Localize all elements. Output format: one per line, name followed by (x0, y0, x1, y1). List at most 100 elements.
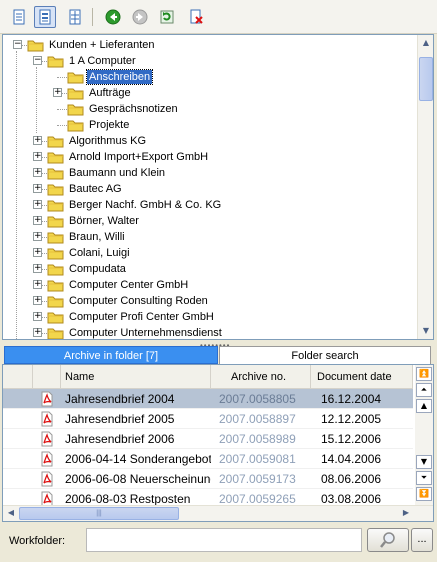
folder-icon (67, 70, 85, 84)
tree-subfolder[interactable]: Gesprächsnotizen (3, 101, 415, 117)
tree-item-customer[interactable]: + Computer Unternehmensdienst (3, 325, 415, 339)
move-up-icon[interactable]: ▲ (416, 399, 432, 413)
grid-header: Name Archive no. Document date (3, 365, 413, 389)
expand-icon[interactable]: + (33, 280, 42, 289)
forward-button[interactable] (129, 6, 151, 28)
folder-icon (47, 246, 65, 260)
horizontal-scroll-thumb[interactable]: ||| (19, 507, 179, 520)
cell-date: 14.04.2006 (321, 452, 382, 466)
workfolder-input[interactable] (86, 528, 362, 552)
forward-arrow-icon (132, 9, 148, 25)
expand-icon[interactable]: + (33, 248, 42, 257)
cell-archive: 2007.0058805 (219, 392, 296, 406)
tree-item-customer[interactable]: + Braun, Willi (3, 229, 415, 245)
folder-icon (47, 166, 65, 180)
tree-item-customer[interactable]: + Computer Consulting Roden (3, 293, 415, 309)
tree-item-label: Colani, Luigi (69, 247, 130, 259)
tree-item-label: Bautec AG (69, 183, 122, 195)
collapse-icon[interactable]: − (33, 56, 42, 65)
cell-archive: 2007.0059081 (219, 452, 296, 466)
scroll-right-icon[interactable]: ▶ (399, 506, 413, 520)
table-row[interactable]: Jahresendbrief 2005 2007.0058897 12.12.200… (3, 409, 413, 429)
table-row[interactable]: 2006-06-08 Neuerscheinung 2007.0059173 08.… (3, 469, 413, 489)
scroll-thumb[interactable] (419, 57, 433, 101)
magnifier-icon (380, 532, 395, 548)
back-arrow-icon (105, 9, 121, 25)
tree-item-customer[interactable]: + Arnold Import+Export GmbH (3, 149, 415, 165)
expand-icon[interactable]: + (53, 88, 62, 97)
move-up-fast-icon[interactable]: ⏶ (416, 383, 432, 397)
column-header-archive-no[interactable]: Archive no. (211, 365, 311, 389)
expand-icon[interactable]: + (33, 152, 42, 161)
expand-icon[interactable]: + (33, 312, 42, 321)
expand-icon[interactable]: + (33, 232, 42, 241)
tree-item-customer[interactable]: + Colani, Luigi (3, 245, 415, 261)
tree-item-customer[interactable]: + Algorithmus KG (3, 133, 415, 149)
tree-item-customer[interactable]: + Baumann und Klein (3, 165, 415, 181)
expand-icon[interactable]: + (33, 296, 42, 305)
expand-icon[interactable]: + (33, 184, 42, 193)
tree-item-customer[interactable]: + Computer Profi Center GmbH (3, 309, 415, 325)
pdf-icon (39, 411, 55, 427)
cell-name: Jahresendbrief 2005 (65, 412, 175, 426)
tree-vertical-scrollbar[interactable]: ▲ ▼ (417, 35, 433, 339)
table-row[interactable]: Jahresendbrief 2006 2007.0058989 15.12.200… (3, 429, 413, 449)
folder-icon (47, 182, 65, 196)
column-header-name[interactable]: Name (61, 365, 211, 389)
column-header-document-date[interactable]: Document date (311, 365, 413, 389)
view-list-button[interactable] (8, 6, 30, 28)
table-row[interactable]: 2006-04-14 Sonderangebot 2007.0059081 14.0… (3, 449, 413, 469)
move-down-icon[interactable]: ▼ (416, 455, 432, 469)
workfolder-browse-button[interactable]: ... (411, 528, 433, 552)
scroll-left-icon[interactable]: ◀ (4, 506, 18, 520)
tree-item-customer[interactable]: + Berger Nachf. GmbH & Co. KG (3, 197, 415, 213)
back-button[interactable] (102, 6, 124, 28)
folder-icon (67, 118, 85, 132)
move-down-fast-icon[interactable]: ⏷ (416, 471, 432, 485)
tree-subfolder[interactable]: Anschreiben (3, 69, 415, 85)
tree-item-1-a-computer[interactable]: − 1 A Computer (3, 53, 415, 69)
cell-archive: 2007.0058989 (219, 432, 296, 446)
cell-name: Jahresendbrief 2006 (65, 432, 175, 446)
expand-icon[interactable]: + (33, 168, 42, 177)
cell-name: 2006-04-14 Sonderangebot (65, 452, 211, 466)
tab-folder-search[interactable]: Folder search (219, 346, 431, 364)
tree-item-label: 1 A Computer (69, 55, 136, 67)
scroll-down-icon[interactable]: ▼ (419, 324, 433, 338)
tree-root[interactable]: − Kunden + Lieferanten (3, 37, 415, 53)
header-selector-cell (3, 365, 33, 389)
view-columns-button[interactable] (64, 6, 86, 28)
folder-icon (47, 230, 65, 244)
tree-item-customer[interactable]: + Compudata (3, 261, 415, 277)
move-top-icon[interactable]: ⏫ (416, 367, 432, 381)
tree-item-customer[interactable]: + Bautec AG (3, 181, 415, 197)
folder-tree[interactable]: − Kunden + Lieferanten −1 A Computer Anschr… (2, 34, 434, 340)
view-details-button[interactable] (34, 6, 56, 28)
grid-horizontal-scrollbar[interactable]: ◀ ||| ▶ (3, 505, 433, 521)
workfolder-search-button[interactable] (367, 528, 409, 552)
tree-item-customer[interactable]: + Börner, Walter (3, 213, 415, 229)
pdf-icon (39, 471, 55, 487)
refresh-button[interactable] (156, 6, 178, 28)
expand-icon[interactable]: + (33, 328, 42, 337)
collapse-icon[interactable]: − (13, 40, 22, 49)
expand-icon[interactable]: + (33, 216, 42, 225)
document-grid[interactable]: Name Archive no. Document date Jahresend… (2, 364, 434, 522)
folder-icon (47, 262, 65, 276)
expand-icon[interactable]: + (33, 136, 42, 145)
move-bottom-icon[interactable]: ⏬ (416, 487, 432, 501)
tab-archive-in-folder[interactable]: Archive in folder [7] (4, 346, 218, 364)
table-row[interactable]: Jahresendbrief 2004 2007.0058805 16.12.200… (3, 389, 413, 409)
tree-subfolder[interactable]: Projekte (3, 117, 415, 133)
scroll-up-icon[interactable]: ▲ (419, 36, 433, 50)
tree-item-label: Berger Nachf. GmbH & Co. KG (69, 199, 222, 211)
tree-item-label: Computer Consulting Roden (69, 295, 208, 307)
delete-button[interactable] (185, 6, 207, 28)
folder-icon (47, 198, 65, 212)
folder-icon (47, 278, 65, 292)
tree-subfolder[interactable]: + Aufträge (3, 85, 415, 101)
expand-icon[interactable]: + (33, 264, 42, 273)
tree-item-customer[interactable]: + Computer Center GmbH (3, 277, 415, 293)
expand-icon[interactable]: + (33, 200, 42, 209)
tree-item-label: Algorithmus KG (69, 135, 147, 147)
